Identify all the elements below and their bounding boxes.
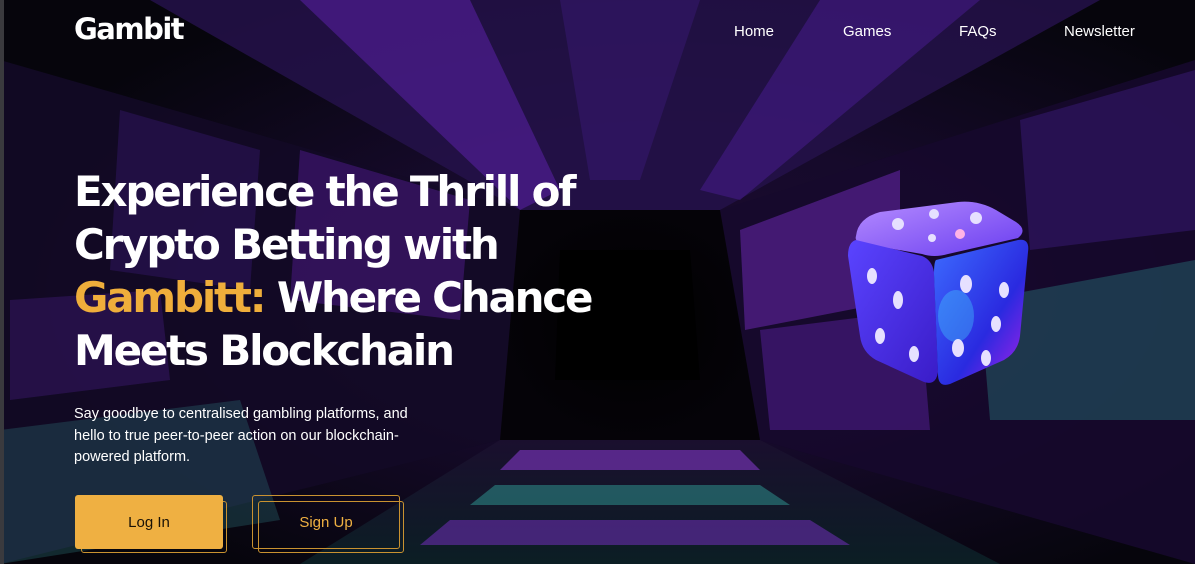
signup-button[interactable]: Sign Up	[252, 495, 400, 549]
nav-faqs[interactable]: FAQs	[959, 23, 997, 40]
nav-newsletter[interactable]: Newsletter	[1064, 23, 1135, 40]
top-navigation: Gambit Home Games FAQs Newsletter	[0, 0, 1195, 64]
nav-games[interactable]: Games	[843, 23, 891, 40]
hero-subtitle: Say goodbye to centralised gambling plat…	[74, 406, 408, 465]
hero-title-line-4: Meets Blockchain	[74, 326, 455, 375]
window-edge	[0, 0, 4, 564]
dice-icon	[848, 201, 1029, 385]
hero-title: Experience the Thrill of Crypto Betting …	[74, 165, 714, 377]
signup-button-group: Sign Up	[252, 495, 408, 557]
nav-home[interactable]: Home	[734, 23, 774, 40]
hero-title-line-3: Where Chance	[264, 273, 594, 322]
hero-title-accent: Gambitt:	[74, 273, 267, 322]
login-button-group: Log In	[75, 495, 231, 557]
brand-logo[interactable]: Gambit	[74, 12, 185, 46]
hero-section: Experience the Thrill of Crypto Betting …	[74, 165, 714, 377]
hero-title-line-1: Experience the Thrill of	[74, 167, 577, 216]
login-button[interactable]: Log In	[75, 495, 223, 549]
hero-title-line-2: Crypto Betting with	[74, 220, 500, 269]
